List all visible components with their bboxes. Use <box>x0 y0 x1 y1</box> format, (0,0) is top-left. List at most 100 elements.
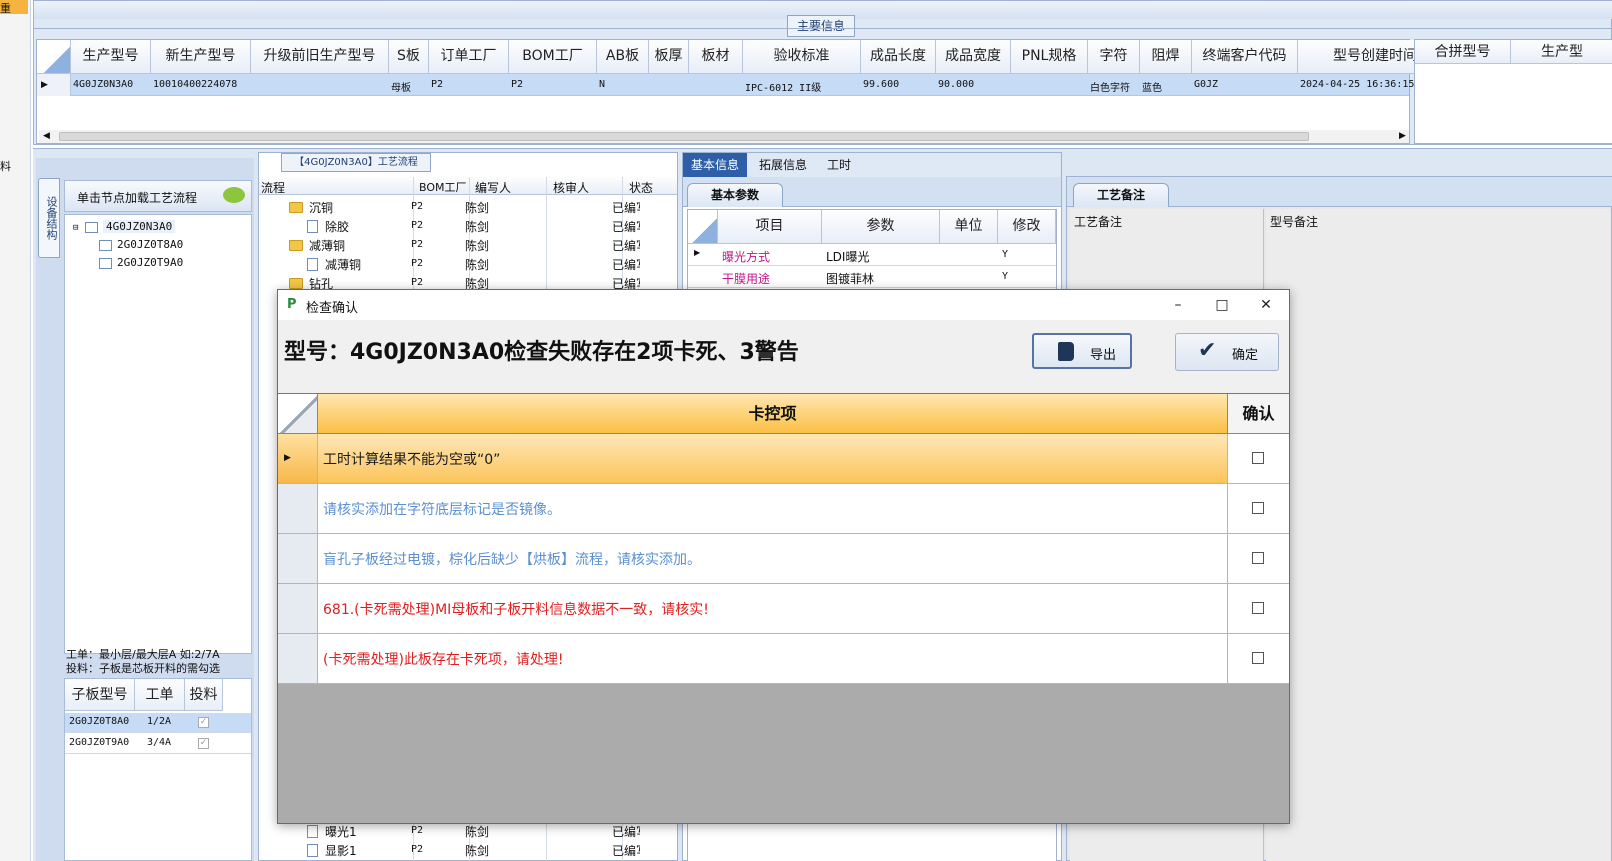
main-column-header[interactable]: 板厚 <box>649 40 689 74</box>
tree-node-label: 2G0JZ0T8A0 <box>117 238 184 251</box>
scroll-thumb[interactable] <box>59 132 1309 141</box>
flow-col-header[interactable]: 状态 <box>629 179 653 196</box>
flow-row[interactable]: 减薄铜 P2 陈剑 已编写 <box>259 235 677 254</box>
check-item-row[interactable]: (卡死需处理)此板存在卡死项，请处理! <box>278 634 1289 684</box>
main-column-header[interactable]: 成品长度 <box>861 40 936 74</box>
confirm-cell <box>1228 584 1289 633</box>
merge-grid: 合拼型号 生产型 <box>1414 39 1612 144</box>
check-item-cell[interactable]: (卡死需处理)此板存在卡死项，请处理! <box>318 634 1228 683</box>
row-header[interactable] <box>278 534 318 583</box>
minimize-button[interactable]: – <box>1156 290 1200 320</box>
check-item-cell[interactable]: 请核实添加在字符底层标记是否镜像。 <box>318 484 1228 533</box>
flow-col-header[interactable]: 编写人 <box>475 179 511 196</box>
tab-basic-params[interactable]: 基本参数 <box>687 183 783 207</box>
grid-corner[interactable] <box>278 394 318 434</box>
table-row[interactable]: 2G0JZ0T9A0 3/4A ✓ <box>65 734 251 754</box>
scroll-right-icon[interactable]: ▶ <box>1399 130 1406 143</box>
confirm-button[interactable]: ✔ 确定 <box>1175 333 1279 371</box>
row-indicator[interactable]: ▶ <box>37 74 71 96</box>
confirm-checkbox[interactable] <box>1252 452 1264 464</box>
main-column-header[interactable]: 生产型号 <box>71 40 151 74</box>
param-modify-cell: Y <box>1002 249 1009 260</box>
sub-model-cell: 2G0JZ0T9A0 <box>69 737 130 748</box>
main-column-header[interactable]: 验收标准 <box>743 40 861 74</box>
main-column-header[interactable]: BOM工厂 <box>509 40 597 74</box>
confirm-col-header[interactable]: 确认 <box>1228 394 1289 434</box>
flow-factory: P2 <box>411 258 424 269</box>
main-column-header[interactable]: 终端客户代码 <box>1192 40 1298 74</box>
vertical-tab[interactable]: 设备结构 <box>38 178 60 258</box>
model-remark-box[interactable]: 型号备注 <box>1266 209 1611 861</box>
sub-model-header[interactable]: 子板型号 <box>65 679 135 711</box>
main-column-header[interactable]: PNL规格 <box>1011 40 1088 74</box>
main-column-header[interactable]: AB板 <box>597 40 649 74</box>
params-unit-header[interactable]: 单位 <box>940 210 998 244</box>
sub-order-cell: 3/4A <box>147 737 172 748</box>
table-row[interactable]: ▶ 曝光方式 LDI曝光 Y <box>688 244 1056 266</box>
main-column-header[interactable]: 板材 <box>689 40 743 74</box>
check-item-row[interactable]: 请核实添加在字符底层标记是否镜像。 <box>278 484 1289 534</box>
main-column-header[interactable]: S板 <box>389 40 429 74</box>
horizontal-scrollbar[interactable]: ◀ ▶ <box>39 130 1409 143</box>
check-item-cell[interactable]: 盲孔子板经过电镀，棕化后缺少【烘板】流程，请核实添加。 <box>318 534 1228 583</box>
tab-extended-info[interactable]: 拓展信息 <box>751 153 815 177</box>
maximize-button[interactable]: □ <box>1200 290 1244 320</box>
flow-col-header[interactable]: BOM工厂 <box>419 179 467 195</box>
tab-basic-info[interactable]: 基本信息 <box>683 153 747 177</box>
check-item-header[interactable]: 卡控项 <box>318 394 1228 434</box>
main-column-header[interactable]: 升级前旧生产型号 <box>251 40 389 74</box>
tab-work-hours[interactable]: 工时 <box>819 153 859 177</box>
table-row[interactable]: 干膜用途 图镀菲林 Y <box>688 266 1056 288</box>
production-model-header[interactable]: 生产型 <box>1511 40 1612 64</box>
main-row-cell: 90.000 <box>938 79 975 90</box>
grid-corner[interactable] <box>37 40 71 74</box>
main-column-header[interactable]: 新生产型号 <box>151 40 251 74</box>
flow-row[interactable]: 除胶 P2 陈剑 已编写 <box>259 216 677 235</box>
confirm-checkbox[interactable] <box>1252 502 1264 514</box>
confirm-checkbox[interactable] <box>1252 652 1264 664</box>
export-button[interactable]: 导出 <box>1032 333 1132 369</box>
confirm-checkbox[interactable] <box>1252 602 1264 614</box>
flow-col-header[interactable]: 核审人 <box>553 179 589 196</box>
feed-checkbox[interactable]: ✓ <box>198 717 209 728</box>
flow-row[interactable]: 显影1 P2 陈剑 已编写 <box>259 840 677 859</box>
row-header[interactable] <box>278 584 318 633</box>
table-row[interactable]: 4G0JZ0N3A0 10010400224078 母板 P2 P2 N IPC-6012 … <box>71 74 1414 96</box>
row-header[interactable] <box>278 484 318 533</box>
folder-icon <box>289 200 307 214</box>
check-item-cell[interactable]: 681.(卡死需处理)MI母板和子板开料信息数据不一致，请核实! <box>318 584 1228 633</box>
sub-feed-header[interactable]: 投料 <box>185 679 223 711</box>
table-row[interactable]: 2G0JZ0T8A0 1/2A ✓ <box>65 713 251 733</box>
params-modify-header[interactable]: 修改 <box>998 210 1056 244</box>
confirm-checkbox[interactable] <box>1252 552 1264 564</box>
sub-order-header[interactable]: 工单 <box>135 679 185 711</box>
check-item-cell[interactable]: 工时计算结果不能为空或“0” <box>318 434 1228 483</box>
check-item-row[interactable]: ▶ 工时计算结果不能为空或“0” <box>278 434 1289 484</box>
main-column-header[interactable]: 成品宽度 <box>936 40 1011 74</box>
main-column-header[interactable]: 字符 <box>1088 40 1140 74</box>
check-item-row[interactable]: 681.(卡死需处理)MI母板和子板开料信息数据不一致，请核实! <box>278 584 1289 634</box>
left-edge-fragment: 重 <box>0 2 11 15</box>
params-param-header[interactable]: 参数 <box>822 210 940 244</box>
tree-node-child[interactable]: 2G0JZ0T9A0 <box>99 253 183 272</box>
flow-col-header[interactable]: 流程 <box>261 179 285 196</box>
row-header[interactable] <box>278 634 318 683</box>
sub-board-grid: 子板型号 工单 投料 2G0JZ0T8A0 1/2A ✓ 2G0JZ0T9A0 … <box>64 678 252 861</box>
main-column-header[interactable]: 订单工厂 <box>429 40 509 74</box>
flow-writer: 陈剑 <box>465 844 490 858</box>
merge-model-header[interactable]: 合拼型号 <box>1415 40 1511 64</box>
tree-node-root[interactable]: ⊟ 4G0JZ0N3A0 <box>73 217 176 236</box>
main-column-header[interactable]: 阻焊 <box>1140 40 1192 74</box>
feed-checkbox[interactable]: ✓ <box>198 738 209 749</box>
check-item-row[interactable]: 盲孔子板经过电镀，棕化后缺少【烘板】流程，请核实添加。 <box>278 534 1289 584</box>
dialog-titlebar: P 检查确认 – □ ✕ <box>278 290 1289 320</box>
flow-title-tab[interactable]: 【4G0JZ0N3A0】工艺流程 <box>281 153 431 172</box>
close-button[interactable]: ✕ <box>1244 290 1288 320</box>
tree-node-child[interactable]: 2G0JZ0T8A0 <box>99 235 183 254</box>
tab-process-remarks[interactable]: 工艺备注 <box>1073 183 1169 207</box>
scroll-left-icon[interactable]: ◀ <box>43 130 50 143</box>
params-item-header[interactable]: 项目 <box>718 210 822 244</box>
flow-row[interactable]: 减薄铜 P2 陈剑 已编写 <box>259 254 677 273</box>
flow-row[interactable]: 沉铜 P2 陈剑 已编写 <box>259 197 677 216</box>
row-header[interactable]: ▶ <box>278 434 318 483</box>
